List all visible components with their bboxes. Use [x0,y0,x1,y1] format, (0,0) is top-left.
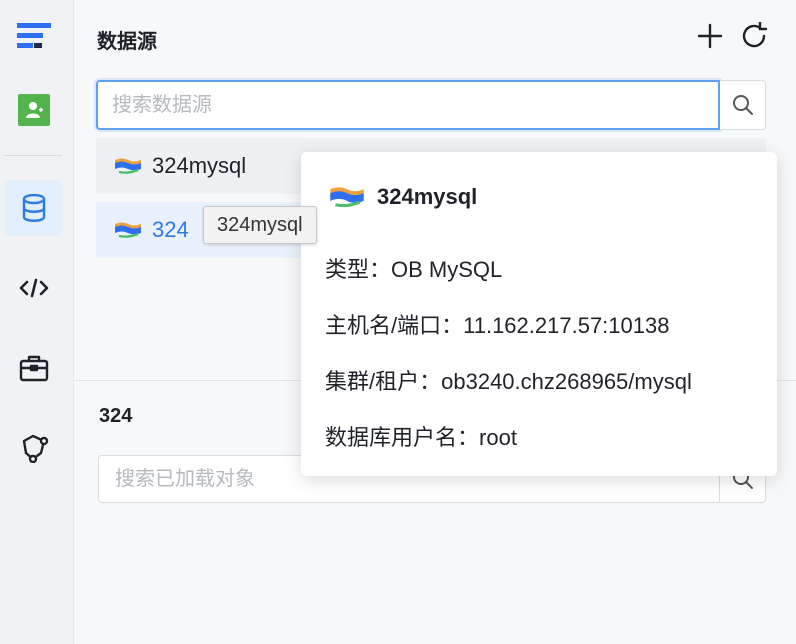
search-icon [732,95,753,115]
network-icon[interactable] [5,420,62,476]
info-value: 11.162.217.57:10138 [463,313,670,338]
info-row-cluster: 集群/租户：ob3240.chz268965/mysql [325,364,692,396]
logo-icon[interactable] [5,10,62,66]
info-value: root [479,425,517,450]
refresh-icon [742,22,768,48]
datasource-search-input[interactable] [96,80,720,130]
left-sidebar [0,0,74,644]
info-label: 数据库用户名： [325,425,480,450]
sidebar-divider [4,155,62,156]
info-label: 主机名/端口： [325,313,464,338]
info-value: ob3240.chz268965/mysql [441,369,692,394]
user-avatar-icon[interactable] [5,82,62,138]
info-label: 类型： [325,257,392,282]
search-button[interactable] [720,80,766,130]
name-tooltip: 324mysql [203,206,317,244]
selected-datasource-title: 324 [99,405,133,427]
panel-title: 数据源 [97,31,157,53]
info-row-type: 类型：OB MySQL [325,252,502,284]
refresh-button[interactable] [738,20,770,52]
datasource-name: 324mysql [152,153,247,178]
plus-icon [697,23,723,49]
code-icon[interactable] [5,260,62,316]
datasource-info-popover: 324mysql 类型：OB MySQL 主机名/端口：11.162.217.5… [301,152,777,476]
datasource-search [96,80,766,130]
info-row-user: 数据库用户名：root [325,420,517,452]
popover-header: 324mysql [329,184,477,210]
datasource-name: 324 [152,217,189,242]
info-row-host: 主机名/端口：11.162.217.57:10138 [325,308,669,340]
info-label: 集群/租户： [325,369,442,394]
popover-title: 324mysql [377,184,478,209]
datasource-type-icon [330,187,364,208]
info-value: OB MySQL [391,257,503,282]
database-icon[interactable] [5,180,62,236]
add-datasource-button[interactable] [694,20,726,52]
toolbox-icon[interactable] [5,340,62,396]
datasource-type-icon [115,158,141,174]
datasource-type-icon [115,222,141,238]
